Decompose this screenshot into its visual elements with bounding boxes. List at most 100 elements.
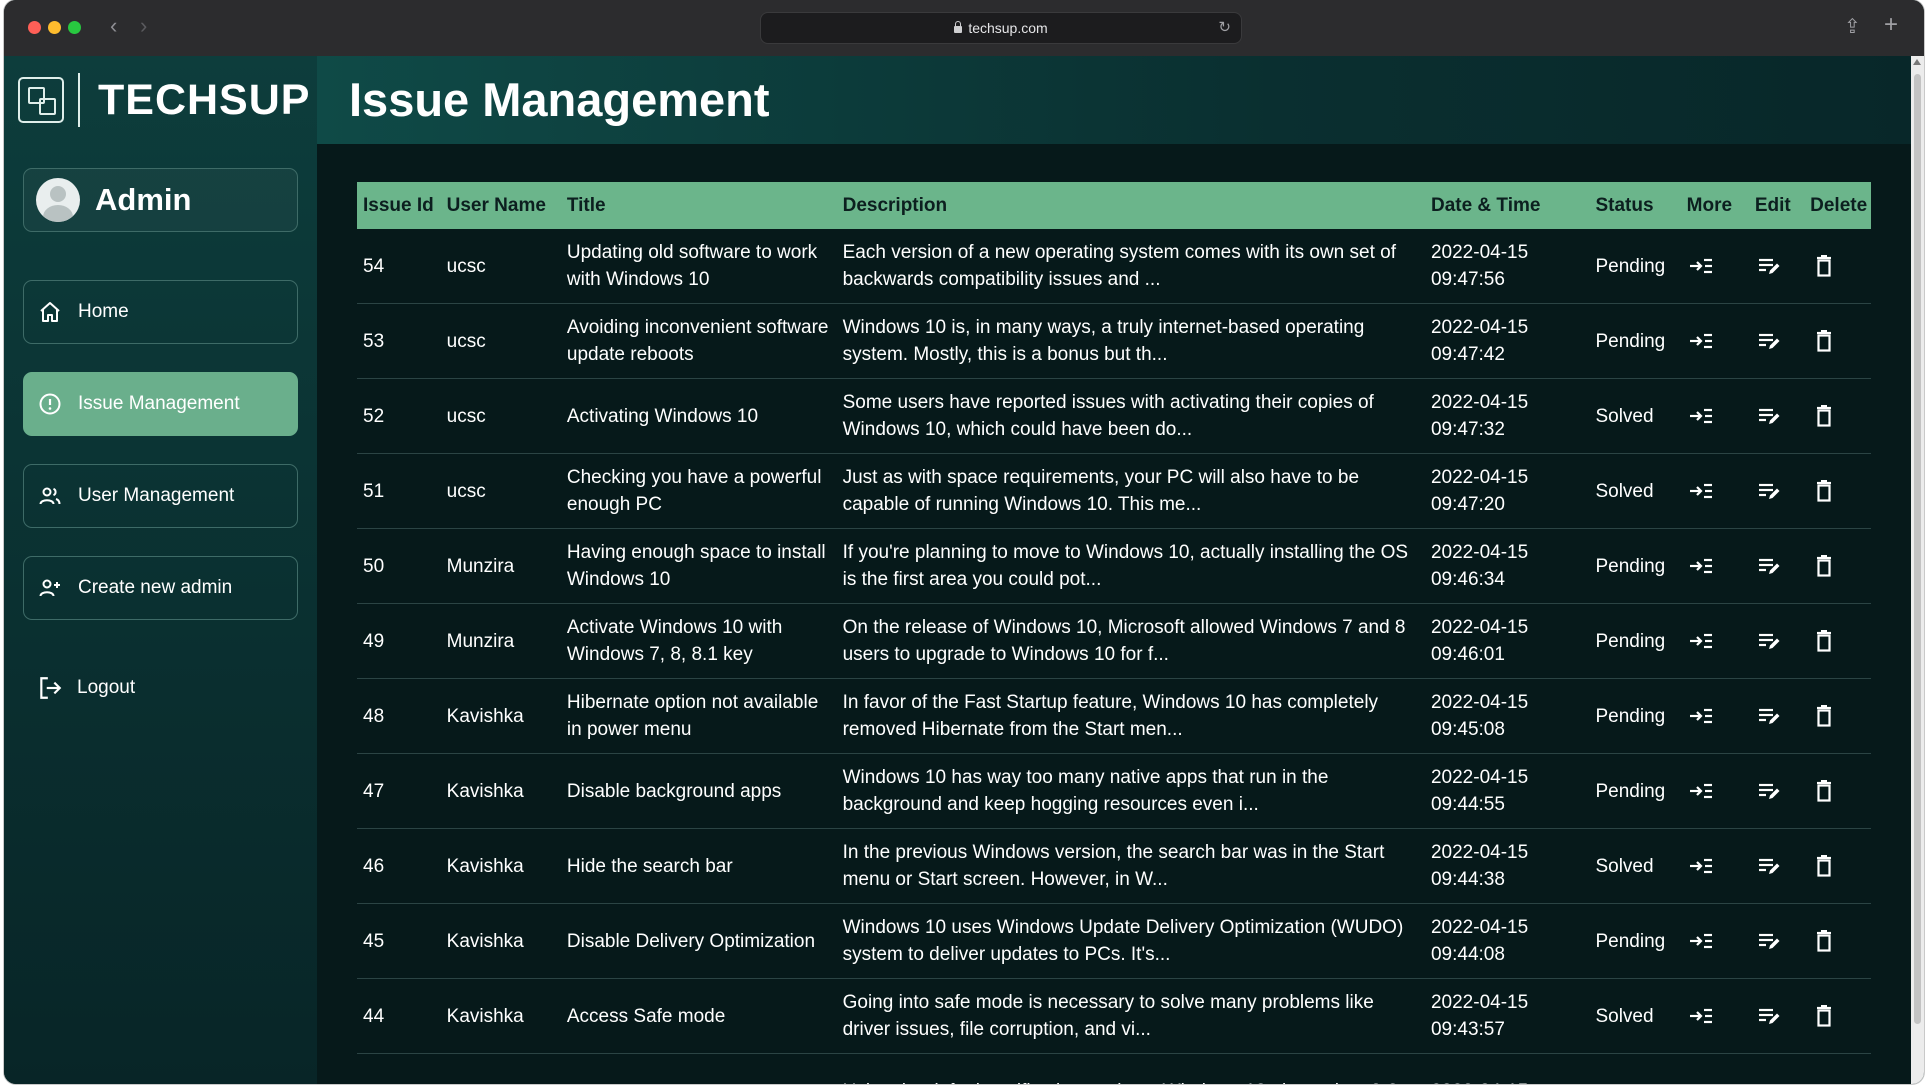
edit-cell — [1748, 528, 1805, 604]
title-cell: Having enough space to install Windows 1… — [560, 528, 837, 604]
delete-cell — [1804, 453, 1871, 529]
more-cell — [1680, 303, 1749, 379]
sidebar-item-home[interactable]: Home — [23, 280, 298, 344]
more-cell — [1680, 453, 1749, 529]
trash-icon — [1817, 1005, 1832, 1028]
page-scrollbar[interactable] — [1911, 56, 1924, 1084]
delete-button[interactable] — [1810, 1004, 1838, 1028]
close-window-button[interactable] — [28, 21, 41, 34]
edit-cell — [1748, 303, 1805, 379]
issue-id-cell: 52 — [357, 378, 441, 454]
minimize-window-button[interactable] — [48, 21, 61, 34]
more-cell — [1680, 903, 1749, 979]
edit-button[interactable] — [1755, 329, 1783, 353]
more-button[interactable] — [1687, 329, 1715, 353]
avatar — [36, 178, 80, 222]
edit-button[interactable] — [1755, 554, 1783, 578]
sidebar-item-user-management[interactable]: User Management — [23, 464, 298, 528]
home-icon — [40, 302, 60, 322]
trash-icon — [1817, 405, 1832, 428]
trash-icon — [1817, 255, 1832, 278]
edit-button[interactable] — [1755, 254, 1783, 278]
more-button[interactable] — [1687, 929, 1715, 953]
date-text: 2022-04-15 — [1430, 692, 1529, 713]
back-arrow-icon[interactable]: ‹ — [110, 14, 117, 38]
more-button[interactable] — [1687, 704, 1715, 728]
table-row: Using the default notification settings,… — [357, 1053, 1871, 1084]
more-button[interactable] — [1687, 779, 1715, 803]
url-text: techsup.com — [968, 20, 1048, 36]
more-button[interactable] — [1687, 629, 1715, 653]
delete-cell — [1804, 229, 1871, 304]
more-button[interactable] — [1687, 554, 1715, 578]
more-button[interactable] — [1687, 404, 1715, 428]
edit-button[interactable] — [1755, 929, 1783, 953]
time-text: 09:45:08 — [1430, 719, 1505, 740]
issue-id-cell: 49 — [357, 603, 441, 679]
time-text: 09:47:20 — [1430, 494, 1505, 515]
more-cell — [1680, 678, 1749, 754]
delete-button[interactable] — [1810, 629, 1838, 653]
logout-button[interactable]: Logout — [23, 668, 298, 708]
sidebar-item-issue-management[interactable]: Issue Management — [23, 372, 298, 436]
more-button[interactable] — [1687, 1004, 1715, 1028]
delete-cell — [1804, 603, 1871, 679]
delete-button[interactable] — [1810, 779, 1838, 803]
delete-button[interactable] — [1810, 329, 1838, 353]
table-row: 46 Kavishka Hide the search bar In the p… — [357, 828, 1871, 904]
reload-icon[interactable]: ↻ — [1218, 18, 1231, 36]
delete-button[interactable] — [1810, 854, 1838, 878]
edit-button[interactable] — [1755, 1004, 1783, 1028]
time-text: 09:47:56 — [1430, 269, 1505, 290]
column-header-delete: Delete — [1810, 194, 1868, 216]
logout-label: Logout — [77, 677, 136, 698]
edit-button[interactable] — [1755, 479, 1783, 503]
edit-note-icon — [1758, 1009, 1780, 1025]
date-time-cell: 2022-04-15 — [1424, 1053, 1590, 1084]
delete-button[interactable] — [1810, 404, 1838, 428]
scroll-thumb[interactable] — [1914, 74, 1921, 1024]
delete-button[interactable] — [1810, 929, 1838, 953]
column-header-title: Title — [566, 194, 606, 216]
table-row: 50 Munzira Having enough space to instal… — [357, 528, 1871, 604]
description-cell: Windows 10 is, in many ways, a truly int… — [836, 303, 1425, 379]
delete-button[interactable] — [1810, 479, 1838, 503]
more-cell — [1680, 229, 1749, 304]
edit-cell — [1748, 453, 1805, 529]
delete-cell — [1804, 753, 1871, 829]
edit-cell — [1748, 978, 1805, 1054]
more-button[interactable] — [1687, 254, 1715, 278]
maximize-window-button[interactable] — [68, 21, 81, 34]
delete-button[interactable] — [1810, 704, 1838, 728]
edit-button[interactable] — [1755, 779, 1783, 803]
time-text: 09:47:42 — [1430, 344, 1505, 365]
new-tab-icon[interactable]: + — [1884, 11, 1898, 39]
edit-button[interactable] — [1755, 629, 1783, 653]
issue-id-cell: 47 — [357, 753, 441, 829]
date-text: 2022-04-15 — [1430, 242, 1529, 263]
sidebar-item-create-new-admin[interactable]: Create new admin — [23, 556, 298, 620]
trash-icon — [1817, 630, 1832, 653]
edit-button[interactable] — [1755, 704, 1783, 728]
address-bar[interactable]: techsup.com ↻ — [760, 12, 1242, 44]
more-details-icon — [1689, 484, 1712, 499]
edit-note-icon — [1758, 634, 1780, 650]
edit-button[interactable] — [1755, 404, 1783, 428]
forward-arrow-icon[interactable]: › — [140, 14, 147, 38]
delete-button[interactable] — [1810, 554, 1838, 578]
edit-button[interactable] — [1755, 854, 1783, 878]
more-button[interactable] — [1687, 479, 1715, 503]
trash-icon — [1817, 855, 1832, 878]
more-button[interactable] — [1687, 854, 1715, 878]
delete-button[interactable] — [1810, 254, 1838, 278]
scroll-up-arrow-icon[interactable] — [1913, 59, 1921, 65]
delete-cell — [1804, 678, 1871, 754]
time-text: 09:44:55 — [1430, 794, 1505, 815]
column-header-user-name: User Name — [446, 194, 546, 216]
status-cell: Pending — [1589, 603, 1681, 679]
status-cell: Pending — [1589, 229, 1681, 304]
user-name-cell: ucsc — [440, 229, 561, 304]
date-time-cell: 2022-04-15 09:46:34 — [1424, 528, 1590, 604]
column-header-date-time: Date & Time — [1430, 194, 1541, 216]
share-icon[interactable]: ⇪ — [1844, 14, 1861, 39]
